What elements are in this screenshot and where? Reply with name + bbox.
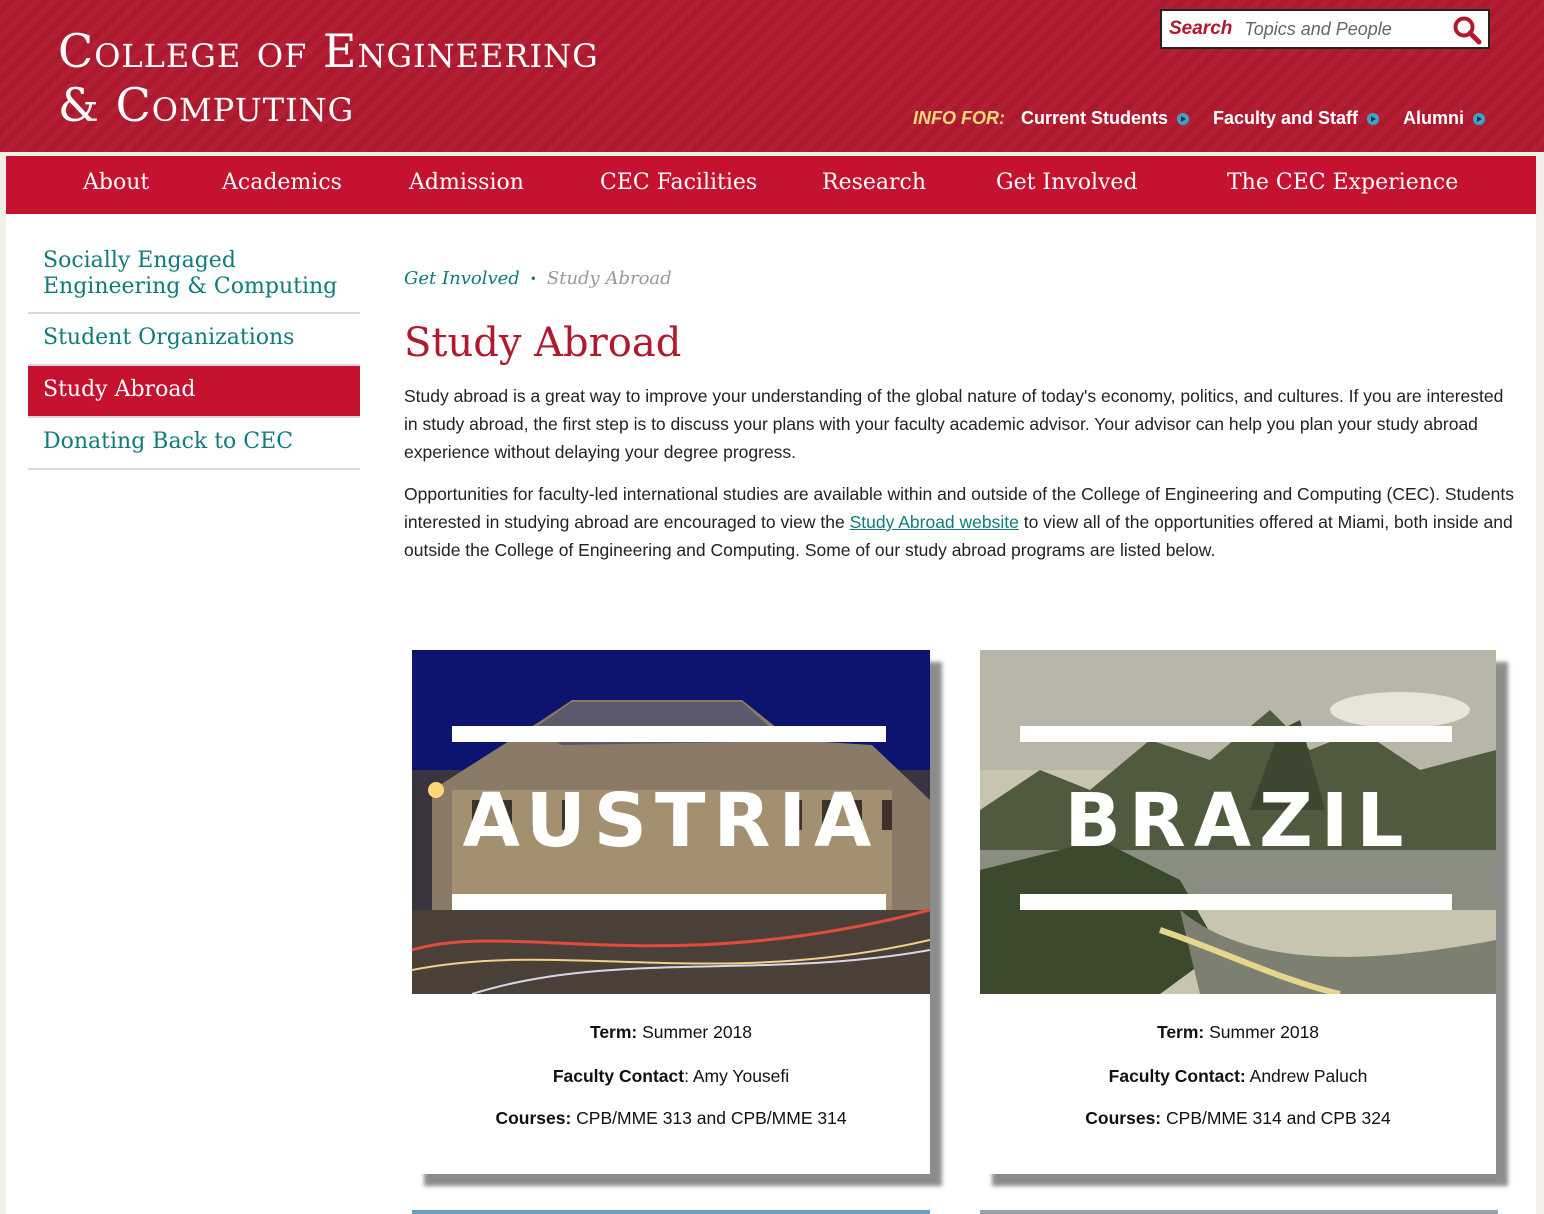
brazil-image: BRAZIL	[980, 650, 1496, 994]
info-link-label: Faculty and Staff	[1213, 108, 1359, 128]
site-title-line2: & Computing	[58, 78, 355, 132]
intro-paragraph: Study abroad is a great way to improve y…	[404, 386, 1504, 462]
nav-academics[interactable]: Academics	[222, 170, 342, 195]
breadcrumb-get-involved[interactable]: Get Involved	[404, 268, 520, 289]
arrow-right-icon	[1177, 112, 1190, 125]
info-link-alumni[interactable]: Alumni	[1403, 108, 1486, 129]
info-for-label: INFO FOR:	[913, 108, 1005, 128]
card-term: Term: Summer 2018	[412, 1022, 930, 1043]
sidebar-item-label: Engineering & Computing	[43, 274, 338, 299]
contact-label: Faculty Contact	[552, 1066, 685, 1086]
info-link-faculty-staff[interactable]: Faculty and Staff	[1213, 108, 1380, 129]
term-label: Term:	[1156, 1022, 1205, 1042]
search-box: Search	[1160, 9, 1490, 49]
austria-image: AUSTRIA	[412, 650, 930, 994]
program-card-austria[interactable]: AUSTRIA Term: Summer 2018 Faculty Contac…	[412, 650, 930, 1174]
image-band-bottom	[452, 894, 886, 910]
nav-admission[interactable]: Admission	[409, 170, 524, 195]
breadcrumb: Get Involved • Study Abroad	[404, 268, 672, 289]
sidebar-item-study-abroad[interactable]: Study Abroad	[28, 366, 360, 418]
nav-cec-experience[interactable]: The CEC Experience	[1227, 170, 1458, 195]
courses-label: Courses:	[495, 1108, 572, 1128]
nav-about[interactable]: About	[83, 170, 149, 195]
program-card-brazil[interactable]: BRAZIL Term: Summer 2018 Faculty Contact…	[980, 650, 1496, 1174]
breadcrumb-current: Study Abroad	[546, 268, 672, 289]
info-link-label: Current Students	[1021, 108, 1169, 128]
site-title-line1: College of Engineering	[58, 24, 599, 78]
breadcrumb-separator: •	[529, 271, 537, 286]
search-label: Search	[1169, 18, 1233, 39]
site-title[interactable]: College of Engineering & Computing	[58, 24, 599, 132]
sidebar-item-label: Donating Back to CEC	[43, 429, 294, 454]
sidebar-item-label: Student Organizations	[43, 325, 295, 350]
contact-value: Andrew Paluch	[1245, 1066, 1368, 1086]
contact-value: : Amy Yousefi	[684, 1066, 790, 1086]
arrow-right-icon	[1367, 112, 1380, 125]
next-card-edge	[412, 1210, 930, 1214]
sidebar-item-socially-engaged[interactable]: Socially Engaged Engineering & Computing	[28, 246, 360, 314]
page-title: Study Abroad	[404, 320, 682, 366]
card-courses: Courses: CPB/MME 314 and CPB 324	[980, 1108, 1496, 1129]
nav-research[interactable]: Research	[822, 170, 926, 195]
info-link-current-students[interactable]: Current Students	[1021, 108, 1190, 129]
sidebar-item-donating-back[interactable]: Donating Back to CEC	[28, 418, 360, 470]
courses-value: CPB/MME 313 and CPB/MME 314	[571, 1108, 847, 1128]
next-card-edge	[980, 1210, 1498, 1214]
card-country-title: BRAZIL	[1064, 778, 1412, 864]
card-country-title: AUSTRIA	[462, 778, 880, 864]
sidebar-item-student-organizations[interactable]: Student Organizations	[28, 314, 360, 366]
courses-value: CPB/MME 314 and CPB 324	[1161, 1108, 1391, 1128]
arrow-right-icon	[1473, 112, 1486, 125]
search-icon[interactable]	[1452, 15, 1482, 45]
image-band-bottom	[1020, 894, 1452, 910]
search-input[interactable]	[1244, 18, 1445, 40]
info-for-bar: INFO FOR: Current Students Faculty and S…	[913, 108, 1509, 129]
contact-label: Faculty Contact:	[1108, 1066, 1246, 1086]
image-band-top	[452, 726, 886, 742]
image-band-top	[1020, 726, 1452, 742]
site-header: College of Engineering & Computing Searc…	[0, 0, 1544, 152]
opportunities-paragraph: Opportunities for faculty-led internatio…	[404, 480, 1514, 564]
sidebar-item-label: Study Abroad	[43, 377, 196, 402]
term-label: Term:	[589, 1022, 638, 1042]
courses-label: Courses:	[1085, 1108, 1162, 1128]
nav-cec-facilities[interactable]: CEC Facilities	[600, 170, 757, 195]
term-value: Summer 2018	[637, 1022, 753, 1042]
card-courses: Courses: CPB/MME 313 and CPB/MME 314	[412, 1108, 930, 1129]
term-value: Summer 2018	[1204, 1022, 1320, 1042]
info-link-label: Alumni	[1403, 108, 1465, 128]
sidebar-item-label: Socially Engaged	[43, 248, 236, 273]
study-abroad-website-link[interactable]: Study Abroad website	[850, 512, 1019, 532]
nav-get-involved[interactable]: Get Involved	[996, 170, 1138, 195]
card-term: Term: Summer 2018	[980, 1022, 1496, 1043]
card-faculty-contact: Faculty Contact: Amy Yousefi	[412, 1066, 930, 1087]
card-faculty-contact: Faculty Contact: Andrew Paluch	[980, 1066, 1496, 1087]
main-nav: About Academics Admission CEC Facilities…	[6, 156, 1536, 214]
